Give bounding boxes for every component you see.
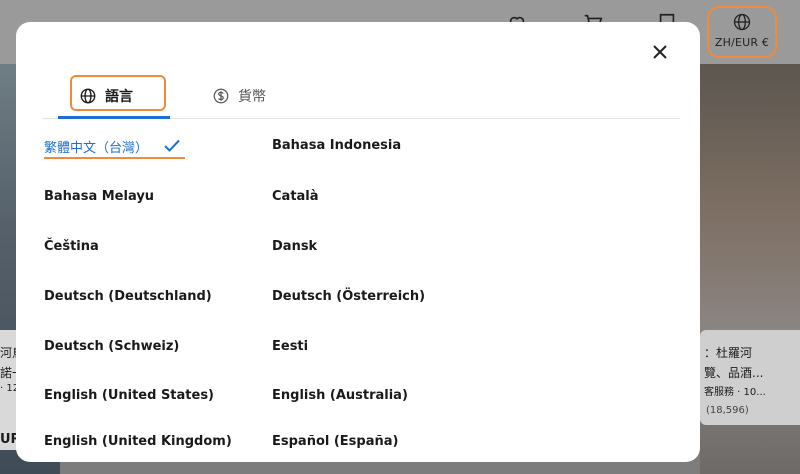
selected-language-highlight bbox=[44, 157, 185, 159]
active-tab-indicator bbox=[58, 116, 170, 119]
modal-tabs: 語言 貨幣 bbox=[42, 74, 680, 119]
language-option[interactable]: English (United Kingdom) bbox=[44, 434, 232, 449]
language-option[interactable]: Eesti bbox=[272, 339, 308, 354]
language-option[interactable]: Čeština bbox=[44, 239, 99, 254]
tab-language[interactable]: 語言 bbox=[58, 74, 170, 119]
card-right-meta: 客服務 · 10... bbox=[704, 387, 766, 398]
language-option[interactable]: English (United States) bbox=[44, 388, 214, 403]
language-option[interactable]: Bahasa Indonesia bbox=[272, 138, 401, 153]
language-option[interactable]: Bahasa Melayu bbox=[44, 189, 154, 204]
check-icon bbox=[164, 139, 180, 152]
language-option-zh-tw[interactable]: 繁體中文（台灣） bbox=[44, 137, 148, 156]
dollar-circle-icon bbox=[213, 88, 229, 103]
language-currency-modal: 語言 貨幣 繁體中文（台灣） Bahasa Indonesia Bahasa M… bbox=[16, 22, 700, 462]
language-currency-button[interactable]: ZH/EUR € bbox=[707, 6, 777, 58]
language-currency-label: ZH/EUR € bbox=[714, 36, 770, 49]
tab-currency[interactable]: 貨幣 bbox=[212, 74, 266, 117]
tab-currency-label: 貨幣 bbox=[238, 88, 266, 105]
tab-language-highlight bbox=[70, 75, 166, 111]
language-option[interactable]: Dansk bbox=[272, 239, 317, 254]
close-icon[interactable] bbox=[650, 42, 670, 62]
language-option[interactable]: Català bbox=[272, 189, 319, 204]
card-right-title-line2: 覽、品酒... bbox=[704, 366, 764, 380]
card-right-rating: (18,596) bbox=[706, 405, 749, 416]
language-option[interactable]: English (Australia) bbox=[272, 388, 408, 403]
language-option[interactable]: Deutsch (Österreich) bbox=[272, 289, 425, 304]
language-option[interactable]: Deutsch (Schweiz) bbox=[44, 339, 179, 354]
globe-icon bbox=[733, 13, 751, 31]
language-option[interactable]: Deutsch (Deutschland) bbox=[44, 289, 212, 304]
card-right-title-line1: ：杜羅河 bbox=[704, 346, 753, 360]
language-option[interactable]: Español (España) bbox=[272, 434, 398, 449]
